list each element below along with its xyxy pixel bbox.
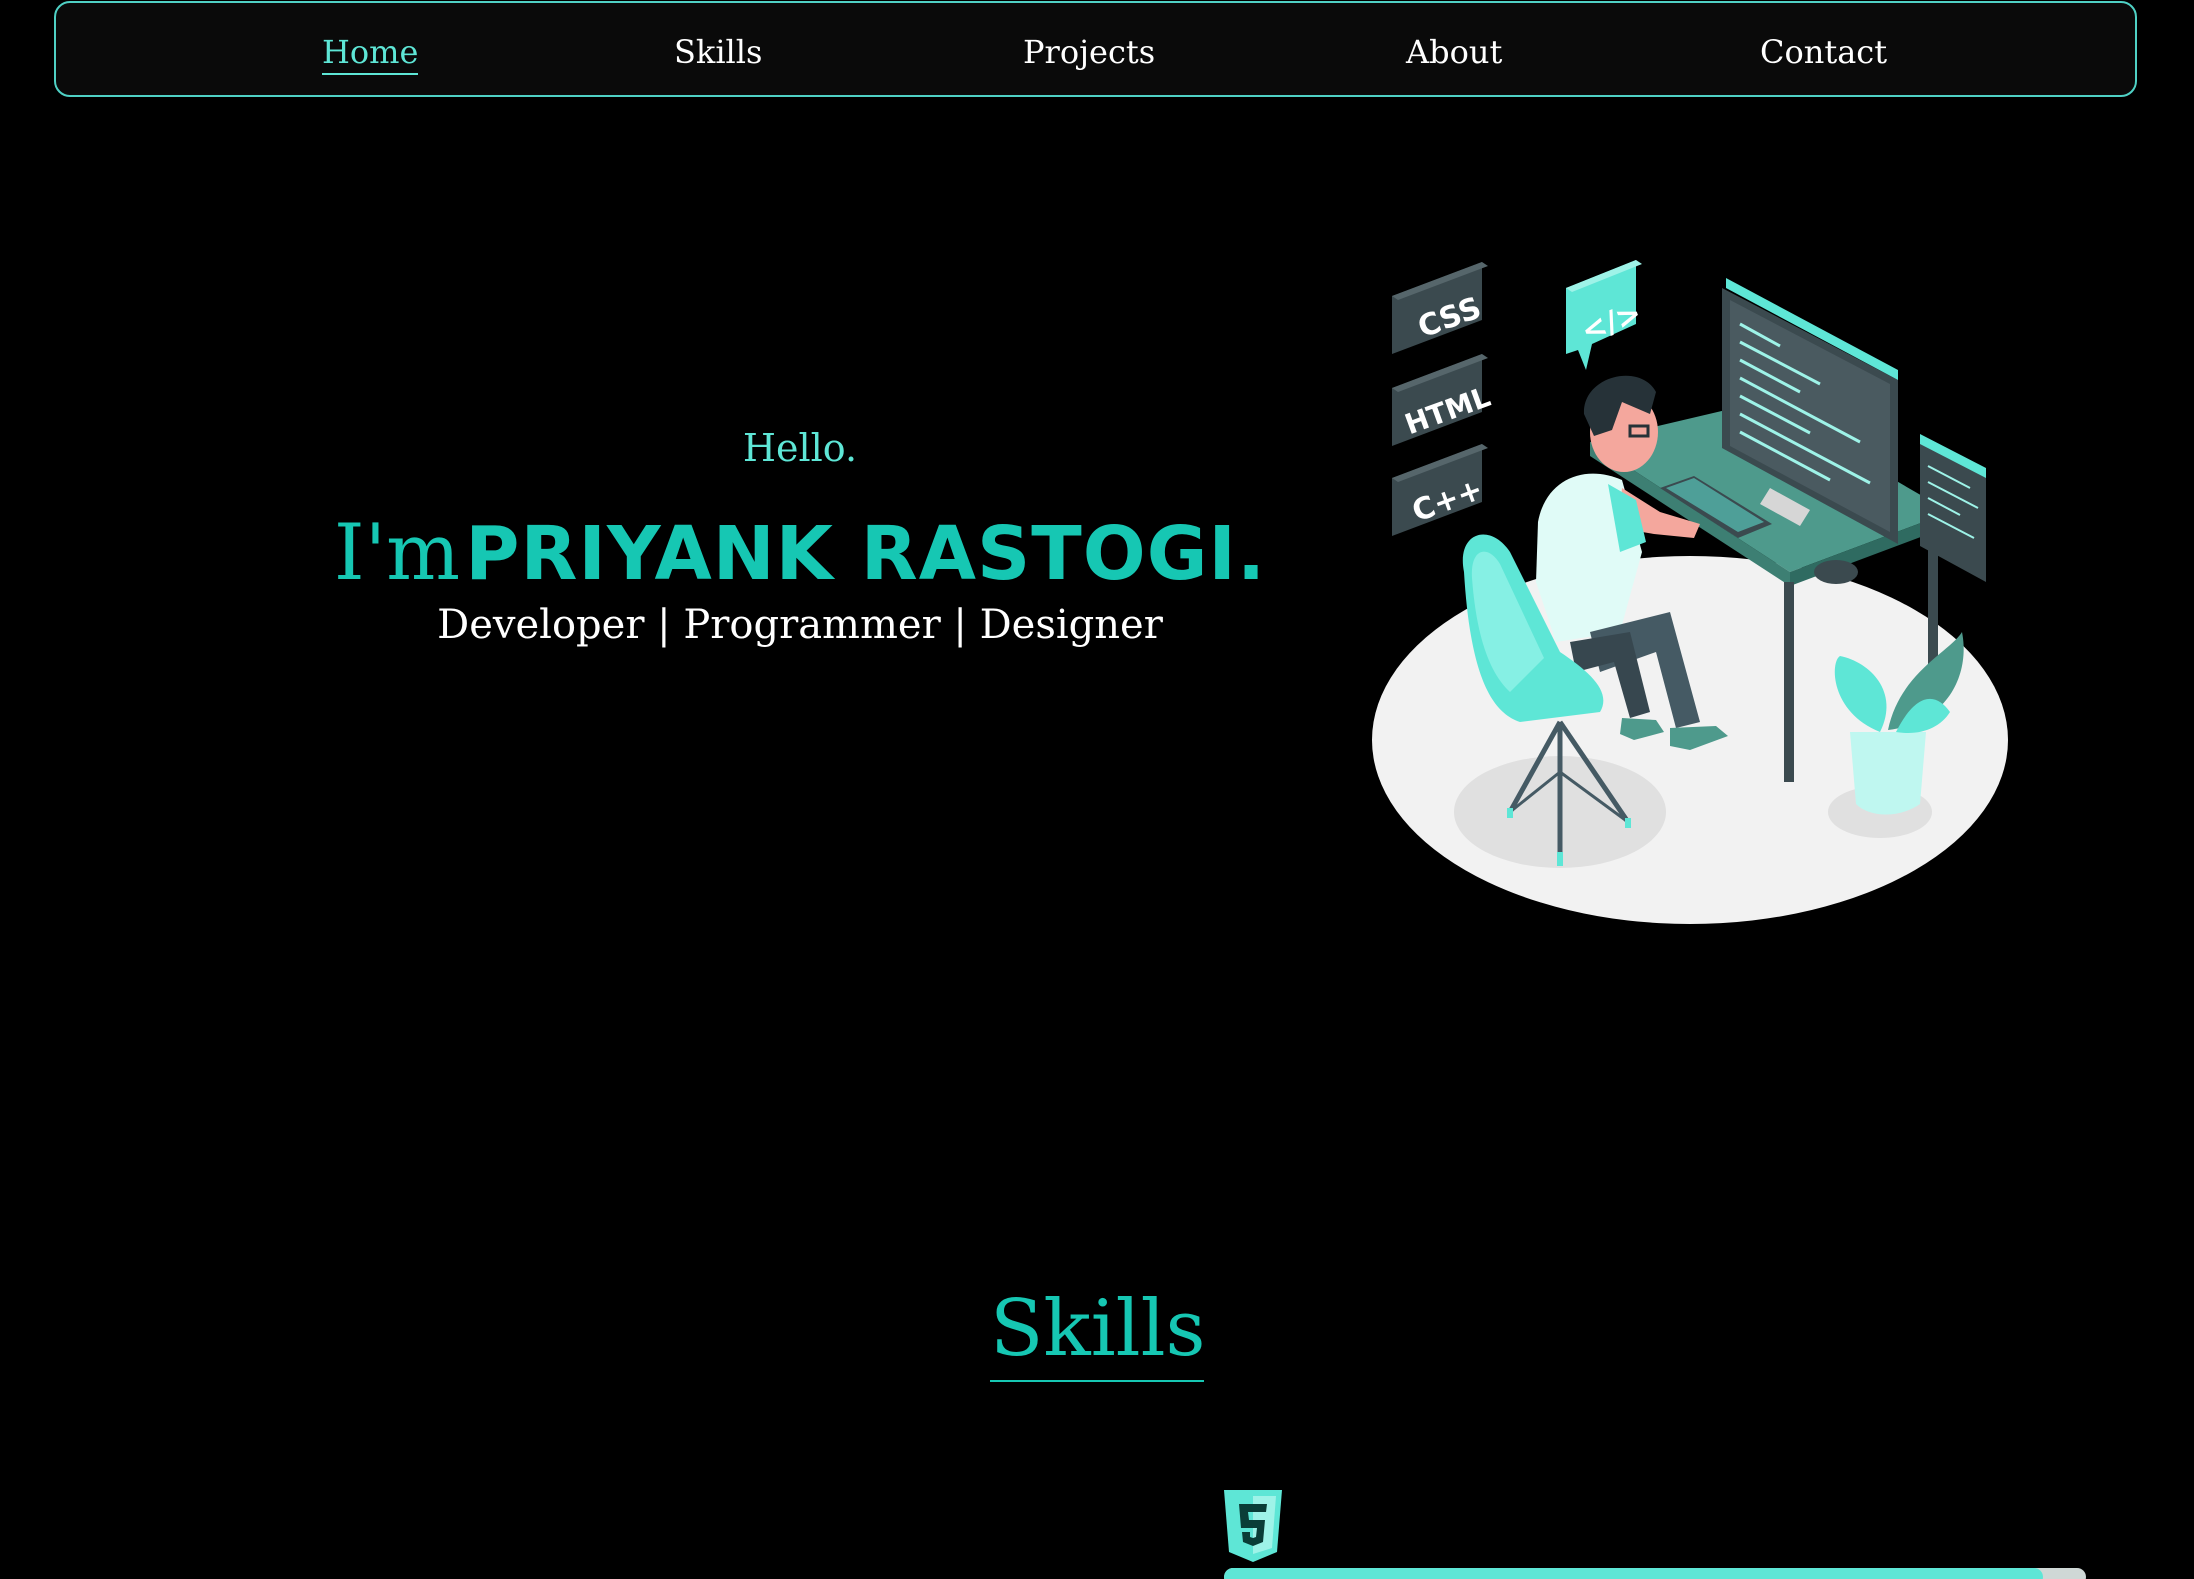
cpp-badge: C++ (1392, 444, 1488, 536)
nav-projects-link[interactable]: Projects (1023, 33, 1155, 71)
nav-contact-link[interactable]: Contact (1760, 33, 1887, 71)
css-badge: CSS (1392, 262, 1488, 354)
code-bubble-icon: </> (1566, 260, 1646, 370)
mouse (1814, 560, 1858, 584)
html5-icon (1224, 1490, 1282, 1562)
hero-name: PRIYANK RASTOGI. (465, 511, 1267, 597)
portfolio-page: Home Skills Projects About Contact Hello… (0, 0, 2194, 1579)
nav-home-link[interactable]: Home (322, 33, 419, 75)
skills-heading: Skills (990, 1284, 1206, 1382)
html-skill-bar-fill (1224, 1568, 2043, 1579)
hero-intro-prefix: I'm (333, 508, 461, 598)
nav-about-link[interactable]: About (1406, 33, 1502, 71)
html-badge: HTML (1392, 354, 1495, 446)
navbar: Home Skills Projects About Contact (54, 1, 2137, 97)
html-skill-bar (1224, 1568, 2086, 1579)
developer-illustration: CSS HTML C++ </> (1372, 260, 2008, 924)
nav-skills-link[interactable]: Skills (674, 33, 762, 71)
